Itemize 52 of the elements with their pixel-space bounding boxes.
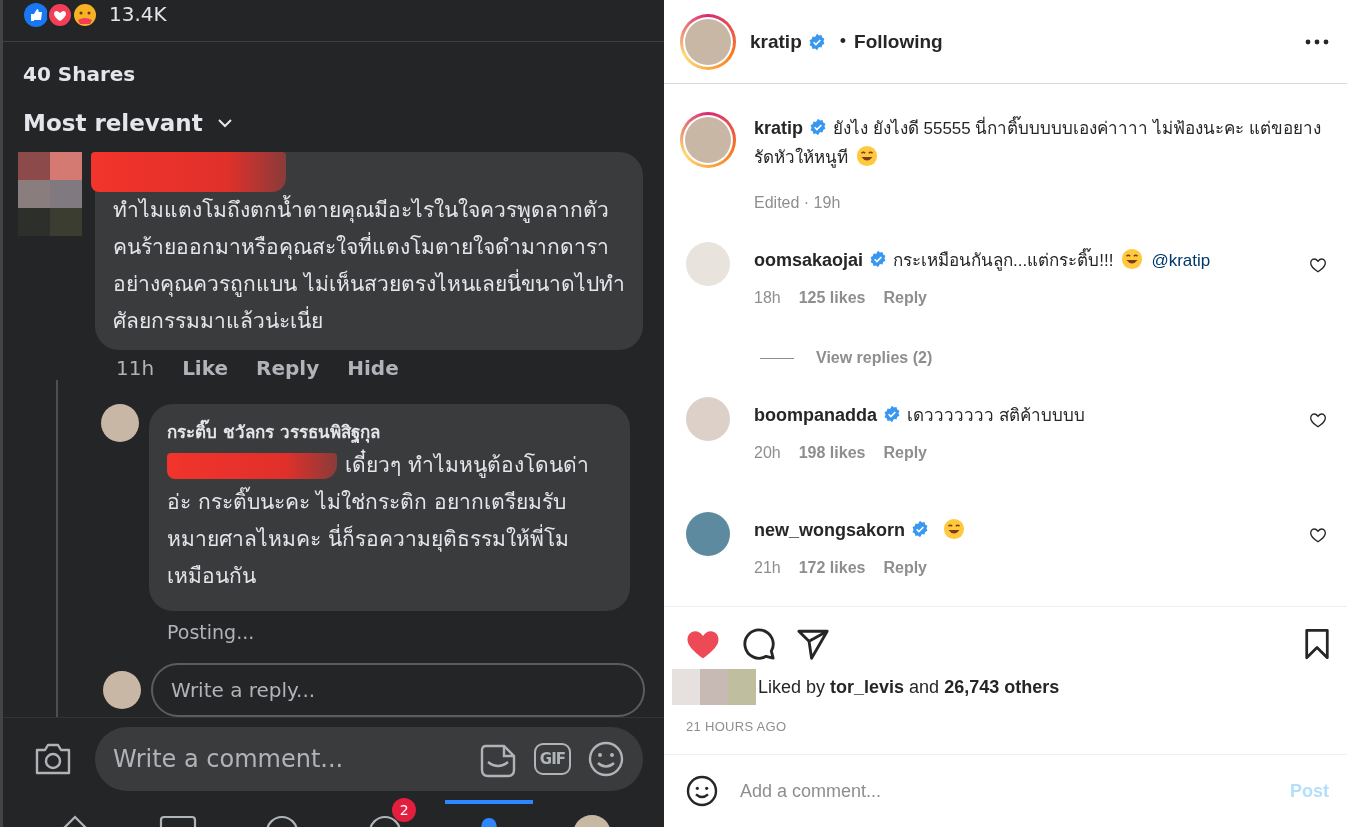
- comment-time: 20h: [754, 444, 781, 462]
- comment-time: 11h: [116, 356, 155, 380]
- like-count[interactable]: 172 likes: [798, 559, 866, 577]
- reply-text: เดี๋ยวๆ ทำไมหนูต้องโดนด่าอ่ะ กระติ๊บนะคะ ไม่ใช่กระติก อยากเตรียมรับหมายศาลไหมคะ นี่ก็รอความยุติธรรมให้พี่โมเหมือนกัน: [167, 447, 612, 595]
- comment-time: 18h: [754, 289, 781, 307]
- comment-text: oomsakaojai กระเหมือนกันลูก...แต่กระติ๊บ!!! @kratip: [754, 247, 1212, 273]
- avatar: [103, 671, 141, 709]
- view-replies-link[interactable]: View replies (2): [760, 349, 1327, 367]
- username[interactable]: kratip: [750, 30, 802, 53]
- comment-icon[interactable]: [742, 627, 776, 661]
- chevron-icon: [216, 118, 233, 128]
- feed-icon[interactable]: [159, 814, 198, 827]
- emoji-icon[interactable]: [686, 775, 718, 807]
- comment-text: boompanadda เดววววววว สติค้าบบบบ: [754, 404, 1086, 427]
- posting-status: Posting...: [166, 621, 256, 643]
- home-icon[interactable]: [61, 814, 88, 827]
- comment-text: new_wongsakorn: [754, 516, 1285, 545]
- heart-icon[interactable]: [1309, 256, 1327, 274]
- sort-dropdown[interactable]: Most relevant: [3, 110, 253, 136]
- notification-badge: 2: [392, 798, 417, 822]
- following-status[interactable]: Following: [854, 30, 943, 53]
- share-icon[interactable]: [796, 627, 830, 661]
- reply-link[interactable]: Reply: [883, 289, 927, 307]
- reply-link[interactable]: Reply: [883, 559, 927, 577]
- separator-dot: •: [839, 31, 847, 52]
- comment-text: ทำไมแตงโมถึงตกน้ำตายคุณมีอะไรในใจควรพูดลากตัวคนร้ายออกมาหรือคุณสะใจที่แตงโมตายใจดำมากดาราอย่างคุณควรถูกแบน ไม่เห็นสวยตรงไหนเลยนี่ขนาดไปทำศัลยกรรมมาแล้วน่ะเนี่ย: [113, 192, 625, 340]
- more-options-icon[interactable]: [1305, 38, 1329, 45]
- story-ring-avatar[interactable]: [680, 112, 736, 168]
- bookmark-icon[interactable]: [1303, 628, 1331, 660]
- nav-tab[interactable]: 2: [341, 800, 429, 827]
- edited-time: Edited · 19h: [754, 194, 841, 212]
- caption-text: kratip ยังไง ยังไงดี 55555 นี่กาติ๊บบบบบเองค่าาาา ไม่ฟ้องนะคะ แต่ขอยางรัดหัวให้หนูที: [754, 115, 1322, 170]
- like-count[interactable]: 198 likes: [798, 444, 866, 462]
- comment-action-link[interactable]: Hide: [347, 356, 399, 380]
- post-time: 21 HOURS AGO: [685, 718, 788, 736]
- camera-icon[interactable]: [33, 742, 73, 776]
- comment-action-link[interactable]: Like: [182, 356, 229, 380]
- heart-icon[interactable]: [1309, 411, 1327, 429]
- comment-time: 21h: [754, 559, 781, 577]
- shares-count[interactable]: 40 Shares: [3, 42, 664, 96]
- reply-link[interactable]: Reply: [883, 444, 927, 462]
- heart-icon[interactable]: [1309, 526, 1327, 544]
- liked-by-text: Liked by tor_levis and 26,743 others: [758, 676, 1060, 698]
- reply-author[interactable]: กระติ๊บ ชวัลกร วรรธนพิสิฐกุล: [167, 418, 612, 445]
- comment-input-box[interactable]: Write a comment... GIF: [95, 727, 643, 791]
- reaction-count: 13.4K: [109, 2, 167, 26]
- nav-tab[interactable]: [445, 800, 533, 827]
- avatar[interactable]: [686, 512, 730, 556]
- gif-button[interactable]: GIF: [533, 743, 571, 775]
- like-count[interactable]: 125 likes: [798, 289, 866, 307]
- comment-action-link[interactable]: Reply: [256, 356, 320, 380]
- avatar: [101, 404, 139, 442]
